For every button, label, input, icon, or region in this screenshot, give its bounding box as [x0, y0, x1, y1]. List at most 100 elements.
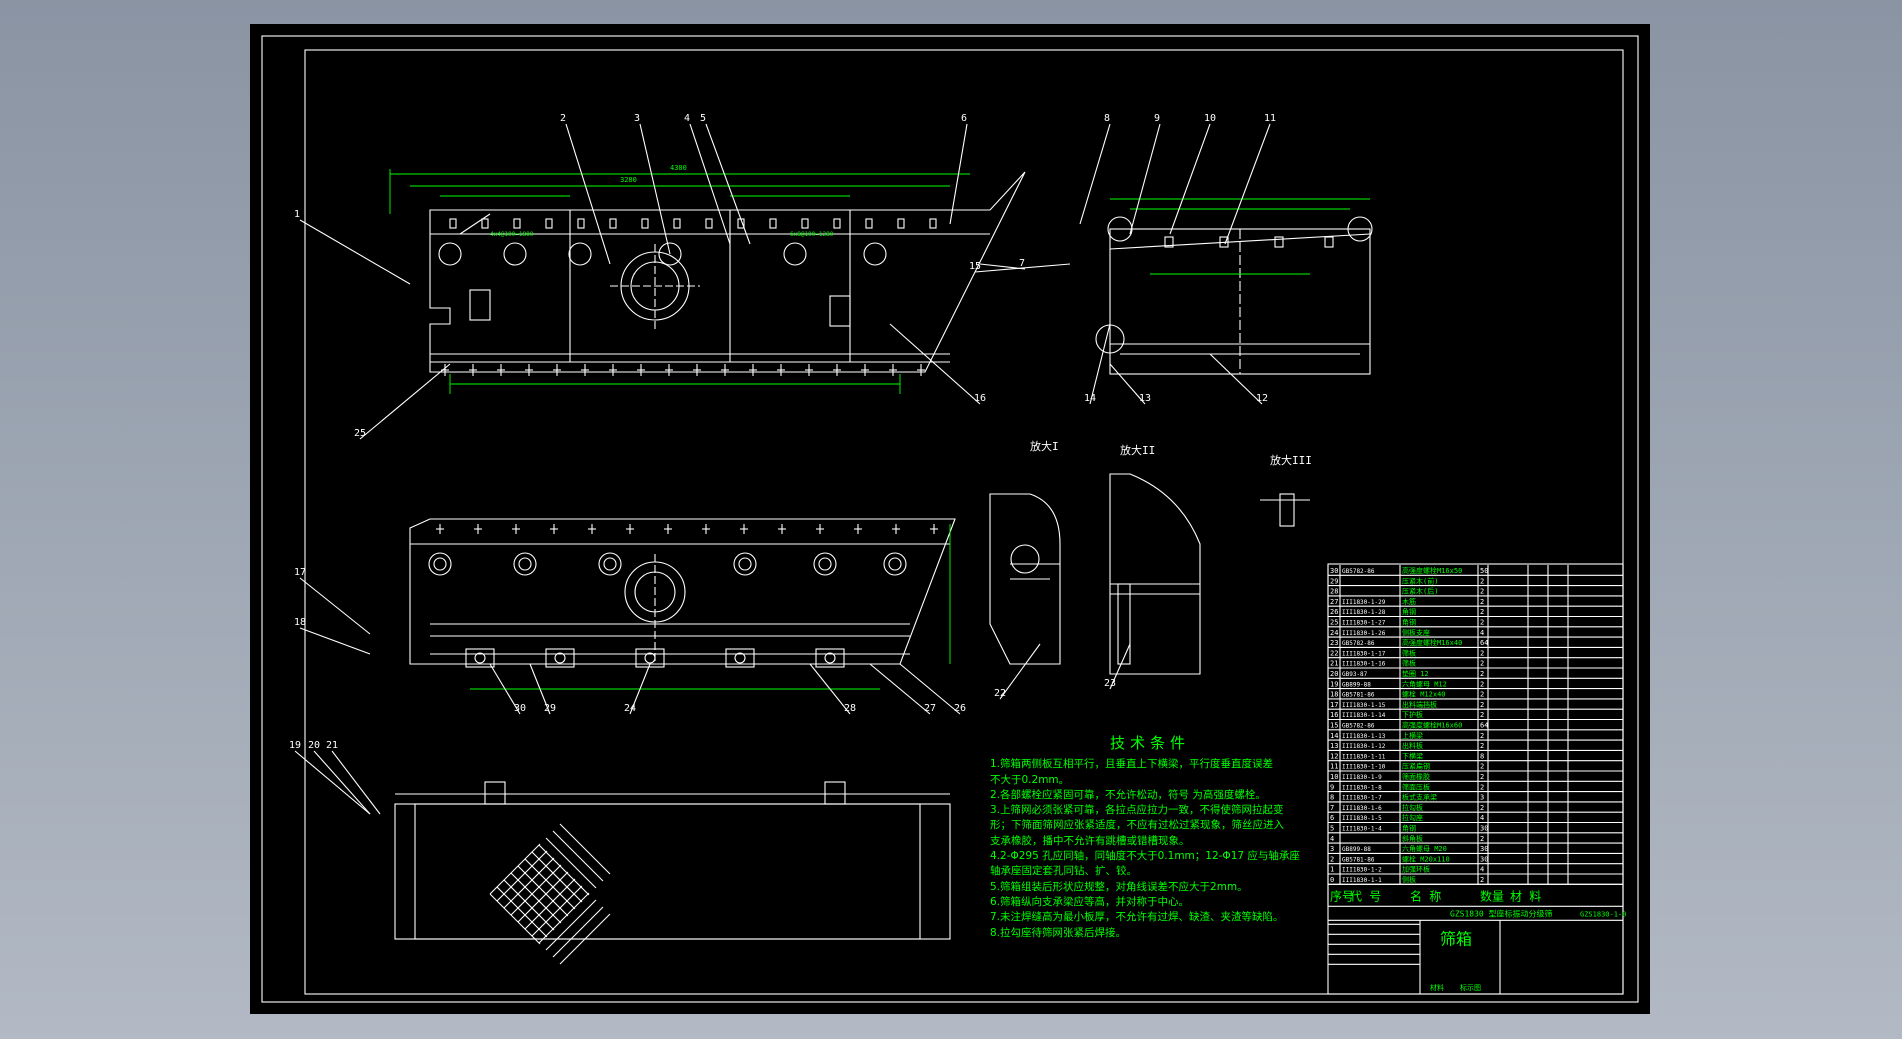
bom-name: 压紧扁钢 — [1402, 762, 1430, 771]
bom-qty: 64 — [1480, 722, 1488, 730]
bom-name: 出料板 — [1402, 741, 1423, 750]
bom-qty: 30 — [1480, 825, 1488, 833]
bom-name: 筛板 — [1402, 648, 1416, 657]
side-hole — [813, 552, 837, 576]
part-number-label: 22 — [994, 688, 1006, 699]
bolt-slot — [673, 218, 681, 229]
bom-name: 高强度螺栓M16x40 — [1402, 638, 1462, 647]
part-number-label: 24 — [624, 703, 636, 714]
bom-qty: 30 — [1480, 855, 1488, 863]
tech-line: 1.筛箱两侧板互相平行，且垂直上下横梁，平行度垂直度误差 — [990, 758, 1274, 771]
bolt-slot — [577, 218, 585, 229]
bom-code: III1830-1-2 — [1342, 867, 1382, 874]
bom-name: 拉勾板 — [1402, 803, 1423, 812]
bom-name: 角钢 — [1402, 618, 1416, 627]
tech-line: 支承橡胶，播中不允许有跳槽或错槽现象。 — [990, 834, 1190, 847]
tech-title: 技术条件 — [1110, 734, 1191, 752]
bom-name: 压紧木(前) — [1402, 576, 1438, 585]
bom-name: 筛板 — [1402, 659, 1416, 668]
part-number-label: 8 — [1104, 113, 1110, 124]
bom-code: III1830-1-16 — [1342, 661, 1386, 668]
bom-code: III1830-1-13 — [1342, 733, 1386, 740]
bom-code: III1830-1-11 — [1342, 753, 1386, 760]
bom-qty: 2 — [1480, 711, 1484, 719]
svg-text:3280: 3280 — [620, 176, 637, 184]
bom-no: 20 — [1330, 670, 1338, 678]
bom-code: III1830-1-9 — [1342, 774, 1382, 781]
side-hole — [568, 242, 592, 266]
bom-qty: 2 — [1480, 783, 1484, 791]
bom-qty: 2 — [1480, 773, 1484, 781]
bom-no: 19 — [1330, 680, 1338, 688]
tech-line: 6.筛箱纵向支承梁应等高，并对称于中心。 — [990, 895, 1190, 908]
tech-line: 形；下筛面筛网应张紧适度，不应有过松过紧现象，筛丝应进入 — [990, 819, 1284, 832]
bom-code: III1830-1-6 — [1342, 805, 1382, 812]
part-number-label: 18 — [294, 617, 306, 628]
bom-code: III1830-1-15 — [1342, 702, 1386, 709]
detail2-title: 放大II — [1120, 443, 1155, 457]
bom-code: III1830-1-17 — [1342, 650, 1386, 657]
bom-no: 15 — [1330, 722, 1338, 730]
bom-qty: 2 — [1480, 598, 1484, 606]
part-number-label: 3 — [634, 113, 640, 124]
bom-qty: 2 — [1480, 670, 1484, 678]
bom-code: GB5781-86 — [1342, 692, 1375, 699]
part-number-label: 12 — [1256, 393, 1268, 404]
bolt-slot — [545, 218, 553, 229]
bolt-slot — [929, 218, 937, 229]
tech-line: 5.筛箱组装后形状应规整，对角线误差不应大于2mm。 — [990, 880, 1248, 893]
bolt-slot — [865, 218, 873, 229]
side-hole — [863, 242, 887, 266]
bottom-view — [394, 781, 951, 965]
side-hole — [513, 552, 537, 576]
bom-no: 23 — [1330, 639, 1338, 647]
bom-name: 上横梁 — [1402, 731, 1423, 740]
part-number-label: 28 — [844, 703, 856, 714]
bom-no: 27 — [1330, 598, 1338, 606]
bom-qty: 8 — [1480, 752, 1484, 760]
part-number-label: 26 — [954, 703, 966, 714]
footer-material: 材料 — [1430, 983, 1444, 992]
bom-code: III1830-1-28 — [1342, 609, 1386, 616]
part-number-label: 25 — [354, 428, 366, 439]
bom-qty: 2 — [1480, 835, 1484, 843]
part-leaders: 12 3 4 5 678 9 10 111213141516171819 20 212223242… — [289, 113, 1276, 815]
bom-name: 下护板 — [1402, 710, 1423, 719]
part-number-label: 2 — [560, 113, 566, 124]
bom-code: III1830-1-4 — [1342, 826, 1382, 833]
bolt-slot — [609, 218, 617, 229]
svg-text:4x4@100=1800: 4x4@100=1800 — [490, 231, 534, 238]
bom-name: 压紧木(后) — [1402, 587, 1438, 596]
bom-qty: 2 — [1480, 742, 1484, 750]
bom-code: GB93-87 — [1342, 671, 1368, 678]
tech-line: 4.2-Φ295 孔应同轴，同轴度不大于0.1mm；12-Φ17 应与轴承座 — [990, 850, 1300, 863]
bom-no: 30 — [1330, 567, 1338, 575]
side-hole — [503, 242, 527, 266]
bom-no: 24 — [1330, 629, 1338, 637]
bom-code: III1830-1-1 — [1342, 877, 1382, 884]
part-number-label: 9 — [1154, 113, 1160, 124]
bom-qty: 2 — [1480, 732, 1484, 740]
bom-qty: 2 — [1480, 691, 1484, 699]
bom-code: III1830-1-29 — [1342, 599, 1386, 606]
bom-name: 高强度螺栓M16x50 — [1402, 566, 1462, 575]
bom-no: 17 — [1330, 701, 1338, 709]
bom-qty: 2 — [1480, 876, 1484, 884]
tech-line: 8.拉勾座待筛网张紧后焊接。 — [990, 926, 1127, 939]
bom-qty: 2 — [1480, 577, 1484, 585]
tech-line: 7.未注焊缝高为最小板厚，不允许有过焊、缺渣、夹渣等缺陷。 — [990, 911, 1284, 924]
bom-no: 21 — [1330, 660, 1338, 668]
bom-no: 28 — [1330, 588, 1338, 596]
side-hole — [733, 552, 757, 576]
bom-code: III1830-1-26 — [1342, 630, 1386, 637]
part-number-label: 17 — [294, 567, 306, 578]
bom-no: 16 — [1330, 711, 1338, 719]
bom-qty: 2 — [1480, 701, 1484, 709]
bom-code: III1830-1-27 — [1342, 620, 1386, 627]
bom-header: 材 料 — [1510, 889, 1541, 903]
bom-qty: 4 — [1480, 866, 1484, 874]
bom-qty: 4 — [1480, 629, 1484, 637]
bom-header: 名 称 — [1410, 888, 1441, 903]
bom-no: 26 — [1330, 608, 1338, 616]
side-hole — [598, 552, 622, 576]
